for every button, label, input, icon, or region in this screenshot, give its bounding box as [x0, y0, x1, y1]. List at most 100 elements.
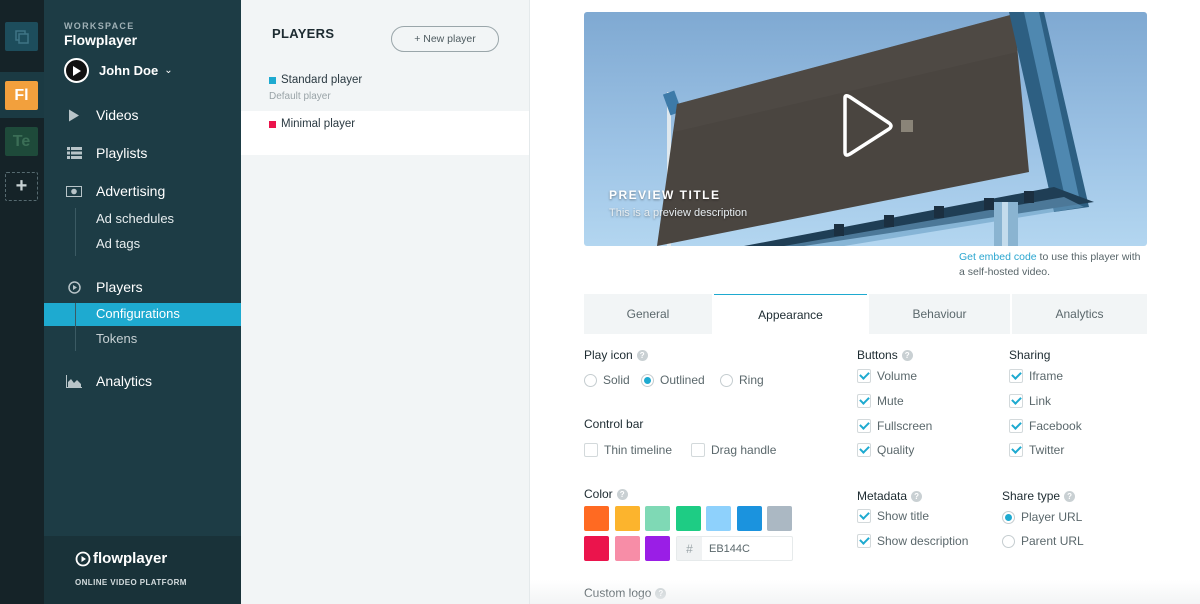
player-list-item[interactable]: Minimal player: [241, 111, 529, 155]
player-url-radio[interactable]: Player URL: [1002, 510, 1082, 524]
help-icon[interactable]: ?: [901, 349, 913, 361]
help-icon[interactable]: ?: [1064, 490, 1076, 502]
tab-analytics[interactable]: Analytics: [1012, 294, 1147, 334]
checkbox[interactable]: [691, 443, 705, 457]
show-title-checkbox[interactable]: Show title: [857, 509, 929, 523]
add-workspace-button[interactable]: +: [5, 172, 38, 201]
checkbox[interactable]: [1009, 443, 1023, 457]
nav-subitem-ad-tags[interactable]: Ad tags: [96, 236, 140, 251]
show-description-checkbox[interactable]: Show description: [857, 534, 968, 548]
advertising-sub-line: [75, 208, 76, 256]
checkbox[interactable]: [1009, 369, 1023, 383]
flowplayer-logo: flowplayer: [75, 550, 167, 567]
nav-item-analytics[interactable]: Analytics: [66, 373, 152, 389]
color-swatch[interactable]: [645, 536, 670, 561]
help-icon[interactable]: ?: [636, 349, 648, 361]
nav-item-advertising[interactable]: Advertising: [66, 183, 165, 199]
player-subtitle: Default player: [269, 91, 331, 102]
nav-subitem-configurations[interactable]: Configurations: [96, 306, 180, 321]
hex-color-field[interactable]: #: [676, 536, 793, 561]
workspace-te-button[interactable]: Te: [5, 127, 38, 156]
color-swatch[interactable]: [736, 506, 762, 531]
nav-subitem-tokens[interactable]: Tokens: [96, 331, 137, 346]
workspace-fl-button[interactable]: Fl: [5, 81, 38, 110]
parent-url-radio[interactable]: Parent URL: [1002, 534, 1084, 548]
nav-item-playlists[interactable]: Playlists: [66, 145, 147, 161]
buttons-label: Buttons ?: [857, 348, 913, 362]
config-tabs: General Appearance Behaviour Analytics: [584, 294, 1147, 334]
radio-button[interactable]: [584, 373, 597, 387]
checkbox[interactable]: [1009, 394, 1023, 408]
checkbox[interactable]: [857, 369, 871, 383]
radio-button[interactable]: [720, 373, 733, 387]
color-swatch[interactable]: [675, 506, 701, 531]
color-swatch[interactable]: [584, 536, 609, 561]
facebook-checkbox[interactable]: Facebook: [1009, 419, 1082, 433]
radio-button[interactable]: [1002, 534, 1015, 548]
color-swatch[interactable]: [706, 506, 731, 531]
checkbox[interactable]: [1009, 419, 1023, 433]
thin-timeline-checkbox[interactable]: Thin timeline: [584, 443, 672, 457]
option-label: Facebook: [1029, 419, 1082, 433]
hex-color-input[interactable]: [702, 537, 792, 560]
play-icon-label: Play icon ?: [584, 348, 648, 362]
workspace-switcher-button[interactable]: [5, 22, 38, 51]
nav-footer: [44, 536, 241, 604]
avatar: [64, 58, 89, 83]
link-checkbox[interactable]: Link: [1009, 394, 1051, 408]
radio-button[interactable]: [1002, 510, 1015, 524]
color-swatch[interactable]: [584, 506, 609, 531]
brand-tagline: ONLINE VIDEO PLATFORM: [75, 578, 187, 587]
checkbox[interactable]: [857, 509, 871, 523]
checkbox[interactable]: [857, 534, 871, 548]
tab-appearance[interactable]: Appearance: [714, 294, 867, 334]
tab-behaviour[interactable]: Behaviour: [869, 294, 1010, 334]
color-label: Color ?: [584, 487, 628, 501]
player-color-dot: [269, 120, 276, 128]
checkbox[interactable]: [857, 443, 871, 457]
help-icon[interactable]: ?: [655, 587, 667, 599]
color-swatch[interactable]: [645, 506, 670, 531]
fullscreen-checkbox[interactable]: Fullscreen: [857, 419, 932, 433]
workspace-label: WORKSPACE: [64, 21, 135, 31]
new-player-button[interactable]: + New player: [391, 26, 499, 52]
help-icon[interactable]: ?: [616, 488, 628, 500]
section-label-text: Share type: [1002, 489, 1061, 503]
iframe-checkbox[interactable]: Iframe: [1009, 369, 1063, 383]
play-icon-outlined-radio[interactable]: Outlined: [641, 373, 705, 387]
radio-button[interactable]: [641, 373, 654, 387]
help-icon[interactable]: ?: [911, 490, 923, 502]
option-label: Link: [1029, 394, 1052, 408]
checkbox[interactable]: [857, 419, 871, 433]
drag-handle-checkbox[interactable]: Drag handle: [691, 443, 776, 457]
get-embed-code-link[interactable]: Get embed code: [959, 251, 1037, 263]
mute-checkbox[interactable]: Mute: [857, 394, 904, 408]
player-list-item[interactable]: Standard player Default player: [241, 74, 529, 111]
play-circle-icon: [75, 551, 91, 566]
nav-label: Videos: [96, 107, 139, 123]
checkbox[interactable]: [857, 394, 871, 408]
tab-general[interactable]: General: [584, 294, 712, 334]
player-preview[interactable]: PREVIEW TITLE This is a preview descript…: [584, 12, 1147, 246]
option-label: Outlined: [660, 373, 705, 387]
option-label: Twitter: [1029, 443, 1065, 457]
nav-subitem-ad-schedules[interactable]: Ad schedules: [96, 211, 174, 226]
color-swatch[interactable]: [614, 536, 640, 561]
checkbox[interactable]: [584, 443, 598, 457]
players-panel: PLAYERS + New player Standard player Def…: [241, 0, 530, 604]
option-label: Quality: [877, 443, 915, 457]
quality-checkbox[interactable]: Quality: [857, 443, 914, 457]
nav-item-players[interactable]: Players: [66, 279, 143, 295]
nav-item-videos[interactable]: Videos: [66, 107, 139, 123]
user-menu[interactable]: John Doe ⌄: [64, 58, 173, 83]
play-icon-solid-radio[interactable]: Solid: [584, 373, 630, 387]
option-label: Ring: [739, 373, 764, 387]
color-swatch[interactable]: [614, 506, 640, 531]
play-icon-ring-radio[interactable]: Ring: [720, 373, 764, 387]
color-swatch[interactable]: [767, 506, 792, 531]
volume-checkbox[interactable]: Volume: [857, 369, 917, 383]
option-label: Volume: [877, 369, 918, 383]
twitter-checkbox[interactable]: Twitter: [1009, 443, 1064, 457]
section-label-text: Color: [584, 487, 613, 501]
play-circle-icon: [66, 280, 82, 294]
